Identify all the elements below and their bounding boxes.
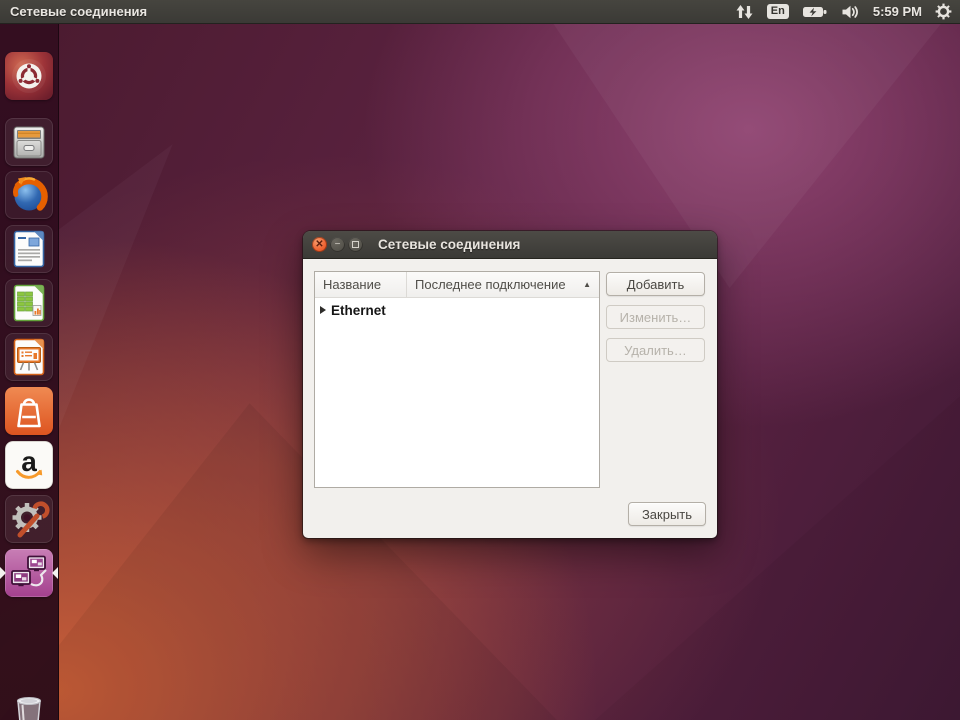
system-tray: En 5:59 PM bbox=[735, 0, 952, 23]
list-header: Название Последнее подключение ▲ bbox=[315, 272, 599, 298]
add-button[interactable]: Добавить bbox=[606, 272, 705, 296]
trash-icon[interactable] bbox=[5, 688, 53, 720]
column-header-last-used-label: Последнее подключение bbox=[415, 277, 566, 292]
connections-list[interactable]: Название Последнее подключение ▲ Etherne… bbox=[314, 271, 600, 488]
connection-row-ethernet[interactable]: Ethernet bbox=[315, 298, 599, 322]
network-connections-window: ✕ − Сетевые соединения Название Последне… bbox=[303, 231, 717, 538]
delete-button[interactable]: Удалить… bbox=[606, 338, 705, 362]
system-settings-icon[interactable] bbox=[5, 495, 53, 543]
desktop: Сетевые соединения En bbox=[0, 0, 960, 720]
edit-button[interactable]: Изменить… bbox=[606, 305, 705, 329]
column-header-name[interactable]: Название bbox=[315, 272, 407, 297]
libreoffice-writer-icon[interactable] bbox=[5, 225, 53, 273]
window-body: Название Последнее подключение ▲ Etherne… bbox=[303, 259, 717, 539]
launcher: a bbox=[0, 24, 59, 720]
close-icon[interactable]: ✕ bbox=[312, 237, 327, 252]
column-header-last-used[interactable]: Последнее подключение ▲ bbox=[407, 272, 599, 297]
network-connections-icon[interactable] bbox=[5, 549, 53, 597]
top-panel: Сетевые соединения En bbox=[0, 0, 960, 24]
amazon-icon[interactable]: a bbox=[5, 441, 53, 489]
volume-icon[interactable] bbox=[841, 5, 860, 19]
expander-icon[interactable] bbox=[320, 306, 326, 314]
maximize-icon[interactable] bbox=[348, 237, 363, 252]
firefox-icon[interactable] bbox=[5, 171, 53, 219]
minimize-icon[interactable]: − bbox=[330, 237, 345, 252]
libreoffice-calc-icon[interactable] bbox=[5, 279, 53, 327]
focused-indicator-arrow bbox=[52, 567, 58, 579]
libreoffice-impress-icon[interactable] bbox=[5, 333, 53, 381]
running-indicator-arrow bbox=[0, 567, 6, 579]
active-app-title: Сетевые соединения bbox=[10, 4, 147, 19]
window-title: Сетевые соединения bbox=[378, 237, 520, 252]
battery-charging-icon[interactable] bbox=[802, 5, 828, 19]
network-traffic-arrows-icon[interactable] bbox=[735, 4, 754, 20]
column-header-name-label: Название bbox=[323, 277, 381, 292]
ubuntu-software-icon[interactable] bbox=[5, 387, 53, 435]
window-titlebar[interactable]: ✕ − Сетевые соединения bbox=[303, 231, 717, 259]
clock[interactable]: 5:59 PM bbox=[873, 4, 922, 19]
session-gear-icon[interactable] bbox=[935, 3, 952, 20]
connection-name: Ethernet bbox=[331, 303, 386, 318]
files-icon[interactable] bbox=[5, 118, 53, 166]
svg-text:a: a bbox=[21, 446, 37, 477]
ubuntu-dash-icon[interactable] bbox=[5, 52, 53, 100]
keyboard-layout-badge[interactable]: En bbox=[767, 4, 789, 19]
sort-ascending-icon: ▲ bbox=[577, 280, 591, 289]
close-button[interactable]: Закрыть bbox=[628, 502, 706, 526]
